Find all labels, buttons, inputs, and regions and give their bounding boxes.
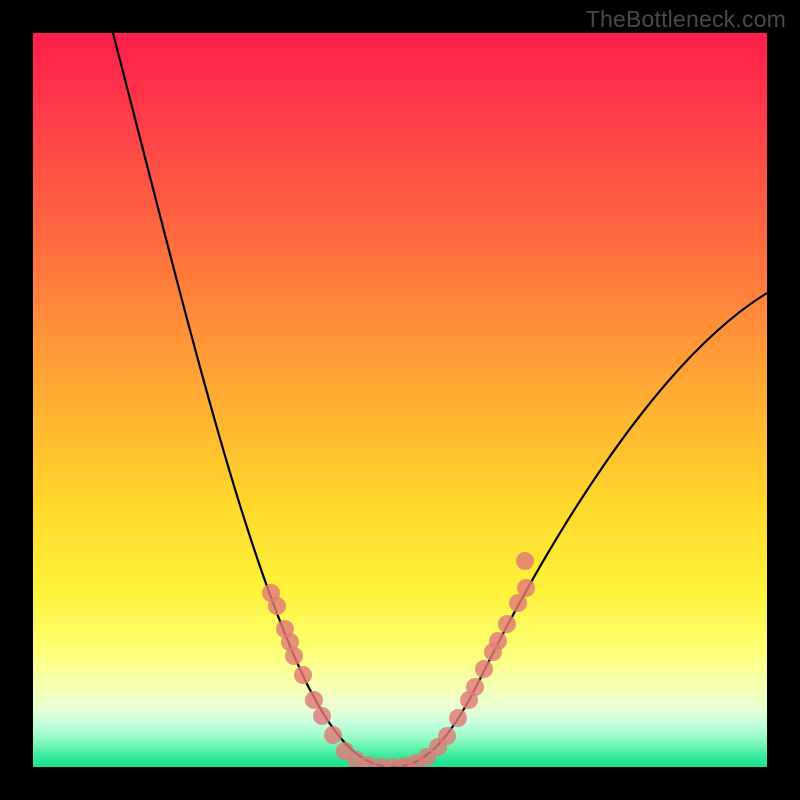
marker-group: [262, 552, 535, 767]
marker-dot: [438, 727, 456, 745]
marker-dot: [466, 678, 484, 696]
marker-dot: [517, 579, 535, 597]
marker-dot: [475, 660, 493, 678]
chart-svg: [33, 33, 767, 767]
marker-dot: [305, 691, 323, 709]
marker-dot: [268, 597, 286, 615]
marker-dot: [516, 552, 534, 570]
marker-dot: [285, 647, 303, 665]
marker-dot: [313, 707, 331, 725]
main-curve: [113, 33, 767, 767]
marker-dot: [489, 632, 507, 650]
marker-dot: [449, 709, 467, 727]
marker-dot: [324, 726, 342, 744]
marker-dot: [498, 615, 516, 633]
marker-dot: [294, 666, 312, 684]
watermark-text: TheBottleneck.com: [586, 6, 786, 33]
plot-area: [33, 33, 767, 767]
outer-frame: TheBottleneck.com: [0, 0, 800, 800]
